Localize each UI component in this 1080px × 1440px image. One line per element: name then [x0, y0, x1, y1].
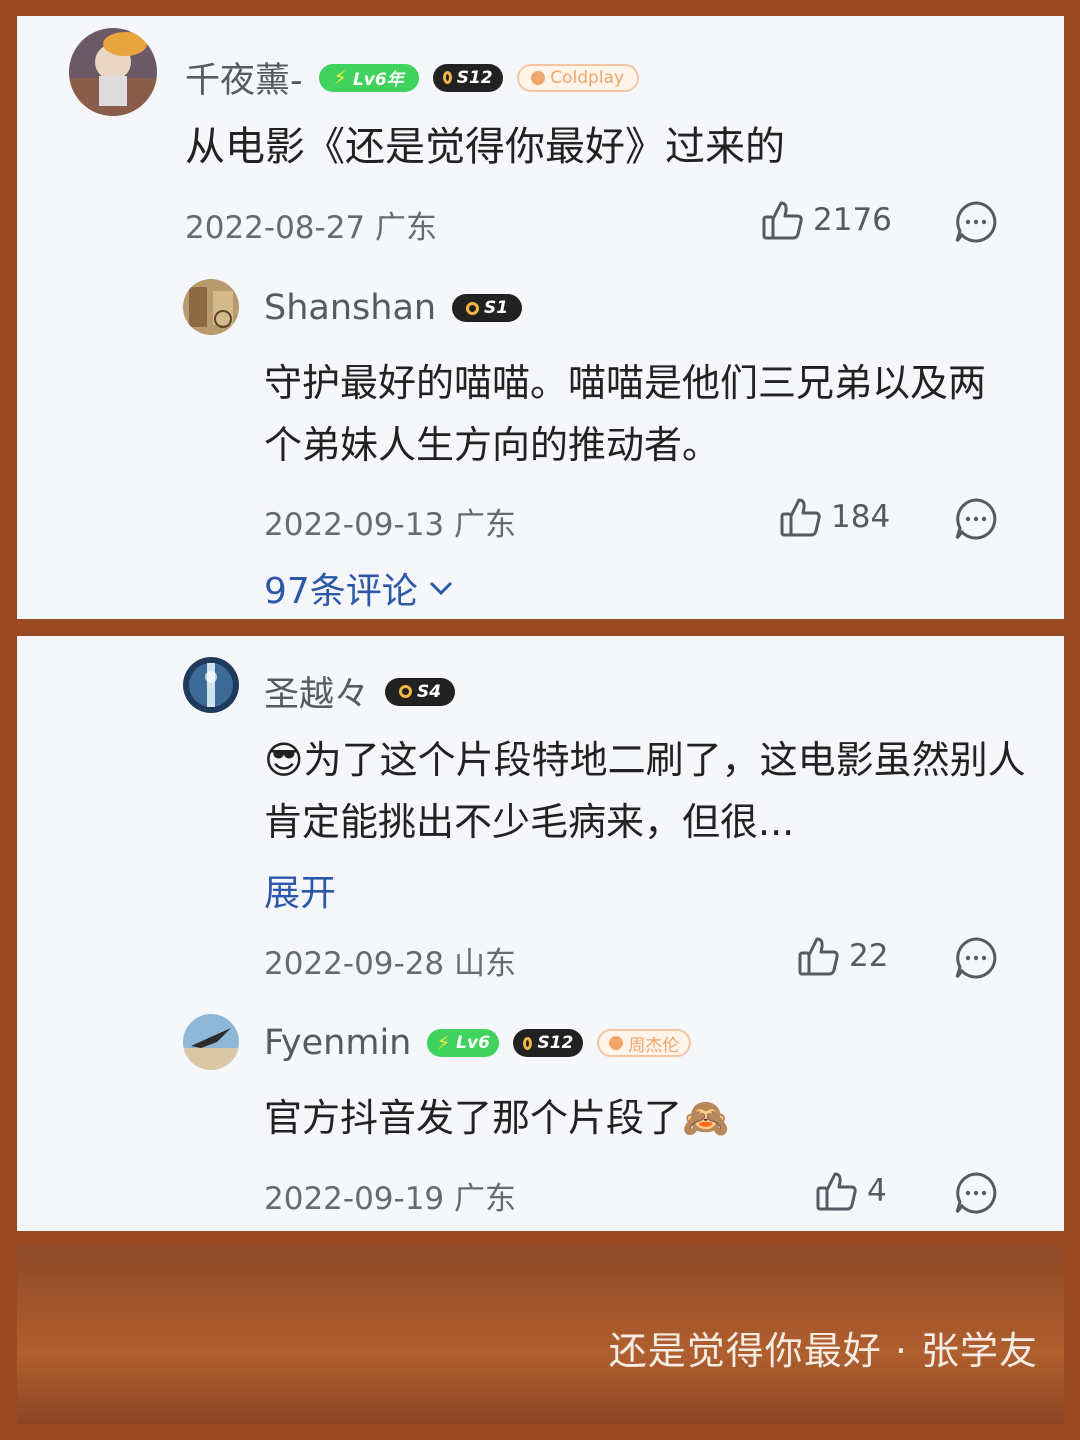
comment-text: 官方抖音发了那个片段了🙈 [264, 1096, 730, 1140]
comment-header: Fyenmin ⚡ Lv6 S12 周杰伦 [264, 1023, 705, 1063]
comment-date: 2022-09-28 [264, 946, 445, 982]
thumb-up-icon [798, 937, 839, 976]
season-badge: S12 [432, 63, 503, 92]
comment-bubble-icon [955, 937, 997, 979]
replies-count-label: 97条评论 [264, 571, 418, 612]
like-button[interactable]: 184 [779, 495, 890, 539]
username[interactable]: Shanshan [264, 288, 436, 328]
like-count: 4 [867, 1173, 887, 1209]
avatar[interactable] [69, 28, 157, 116]
sunglasses-emoji: 😎 [264, 738, 304, 782]
avatar[interactable] [183, 1014, 239, 1070]
comment-bubble-icon [955, 498, 997, 540]
username[interactable]: 千夜薰- [185, 52, 303, 103]
reply-button[interactable] [953, 199, 999, 249]
like-button[interactable]: 2176 [761, 198, 892, 242]
season-badge: S12 [513, 1029, 584, 1057]
avatar[interactable] [183, 279, 239, 335]
fan-badge: 周杰伦 [597, 1029, 692, 1057]
comment-meta: 2022-08-27 广东 [185, 202, 437, 247]
avatar[interactable] [183, 657, 239, 713]
comment-location: 广东 [454, 507, 517, 543]
view-replies-link[interactable]: 97条评论 [264, 562, 456, 614]
comment-panel-top: 千夜薰- ⚡ Lv6年 S12 Coldplay 从电影《还是觉得你最好》过来的 … [17, 16, 1064, 619]
comment-location: 山东 [454, 946, 517, 982]
like-count: 2176 [813, 202, 892, 238]
level-badge: ⚡ Lv6年 [318, 63, 419, 92]
thumb-up-icon [816, 1172, 857, 1211]
comment-panel-bottom: 圣越々 S4 😎为了这个片段特地二刷了，这电影虽然别人肯定能挑出不少毛病来，但很… [17, 636, 1064, 1231]
lightning-icon: ⚡ [436, 1032, 451, 1054]
comment-text: 从电影《还是觉得你最好》过来的 [185, 124, 785, 170]
like-button[interactable]: 4 [815, 1169, 887, 1213]
level-badge: ⚡ Lv6 [427, 1029, 500, 1057]
comment-date: 2022-09-13 [264, 507, 445, 543]
comment-meta: 2022-09-28 山东 [264, 938, 516, 983]
comment-date: 2022-08-27 [185, 210, 366, 246]
comment-meta: 2022-09-13 广东 [264, 499, 516, 544]
season-badge: S4 [385, 677, 456, 706]
comment-location: 广东 [454, 1181, 517, 1217]
username[interactable]: Fyenmin [264, 1023, 411, 1063]
like-button[interactable]: 22 [797, 934, 888, 978]
fan-badge: Coldplay [516, 63, 639, 92]
thumb-up-icon [762, 201, 803, 240]
fan-icon [609, 1036, 624, 1050]
comment-text: 😎为了这个片段特地二刷了，这电影虽然别人肯定能挑出不少毛病来，但很... [264, 738, 1026, 844]
expand-link[interactable]: 展开 [264, 864, 336, 916]
comment-date: 2022-09-19 [264, 1181, 445, 1217]
lightning-icon: ⚡ [333, 66, 347, 89]
comment-header: Shanshan S1 [264, 288, 536, 328]
comment-text: 守护最好的喵喵。喵喵是他们三兄弟以及两个弟妹人生方向的推动者。 [264, 361, 987, 467]
fan-icon [531, 70, 546, 85]
ring-icon [442, 71, 452, 84]
reply-button[interactable] [953, 935, 999, 985]
comment-header: 千夜薰- ⚡ Lv6年 S12 Coldplay [185, 52, 653, 103]
comment-location: 广东 [375, 210, 438, 246]
monkey-emoji: 🙈 [682, 1096, 730, 1140]
username[interactable]: 圣越々 [264, 666, 369, 717]
season-badge: S1 [452, 294, 523, 322]
reply-button[interactable] [953, 1170, 999, 1220]
ring-icon [398, 685, 412, 698]
footer-caption: 还是觉得你最好 · 张学友 [608, 1329, 1038, 1373]
ring-icon [523, 1036, 533, 1050]
ring-icon [466, 301, 480, 315]
chevron-down-icon [429, 581, 452, 596]
comment-bubble-icon [955, 1172, 997, 1214]
comment-meta: 2022-09-19 广东 [264, 1173, 516, 1218]
thumb-up-icon [780, 498, 821, 537]
comment-bubble-icon [955, 201, 997, 243]
like-count: 184 [831, 499, 891, 535]
like-count: 22 [849, 938, 889, 974]
reply-button[interactable] [953, 496, 999, 546]
comment-header: 圣越々 S4 [264, 666, 469, 717]
